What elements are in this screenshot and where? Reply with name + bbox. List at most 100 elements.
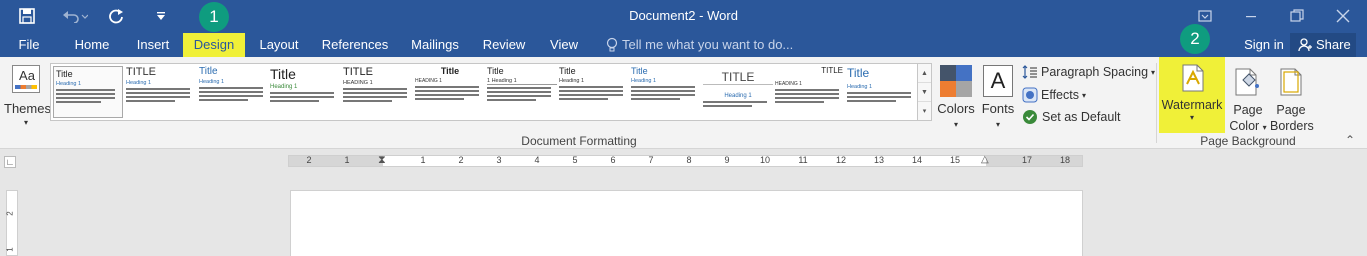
style-set-thumb[interactable]: Title HEADING 1 — [415, 66, 485, 118]
chevron-down-icon: ▾ — [23, 118, 28, 127]
ruler-number: 15 — [949, 155, 960, 165]
tab-file[interactable]: File — [8, 33, 50, 57]
tab-mailings[interactable]: Mailings — [404, 33, 466, 57]
themes-icon: Aa — [12, 65, 40, 93]
tab-home[interactable]: Home — [66, 33, 118, 57]
close-icon[interactable] — [1328, 6, 1358, 26]
ruler-number: 7 — [648, 155, 654, 165]
gallery-scroll[interactable]: ▲ ▼ ▾ — [918, 63, 932, 121]
style-set-thumb[interactable]: Title Heading 1 — [199, 66, 269, 118]
ruler-number: 1 — [420, 155, 426, 165]
person-icon — [1298, 38, 1312, 57]
document-formatting-group-label: Document Formatting — [521, 134, 637, 148]
gallery-more-icon[interactable]: ▾ — [918, 102, 931, 121]
share-label: Share — [1316, 37, 1351, 52]
step-badge-2: 2 — [1180, 24, 1210, 54]
paragraph-spacing-button[interactable]: Paragraph Spacing ▾ — [1022, 62, 1155, 82]
colors-label: Colors — [937, 101, 975, 116]
watermark-button[interactable]: Watermark ▾ — [1159, 57, 1225, 133]
chevron-down-icon: ▾ — [1081, 90, 1086, 100]
paragraph-spacing-label: Paragraph Spacing — [1041, 65, 1149, 79]
tab-layout[interactable]: Layout — [252, 33, 306, 57]
step-badge-1: 1 — [199, 2, 229, 32]
colors-icon — [940, 65, 972, 97]
set-as-default-label: Set as Default — [1042, 110, 1121, 124]
tab-design[interactable]: Design — [183, 33, 245, 57]
chevron-down-icon: ▾ — [995, 120, 1000, 129]
ruler-number: 11 — [798, 155, 808, 165]
ribbon-tabs: File Home Insert Design Layout Reference… — [0, 33, 1367, 57]
chevron-down-icon: ▾ — [953, 120, 958, 129]
page-borders-label-1: Page — [1276, 103, 1306, 117]
ruler-number: 2 — [306, 155, 312, 165]
effects-button[interactable]: Effects ▾ — [1022, 85, 1086, 105]
colors-button[interactable]: Colors ▾ — [934, 61, 978, 133]
fonts-button[interactable]: A Fonts ▾ — [978, 61, 1018, 133]
indent-marker-icon[interactable]: ⧗ — [378, 154, 386, 167]
ruler-number: 14 — [911, 155, 922, 165]
tab-insert[interactable]: Insert — [128, 33, 178, 57]
right-indent-marker-icon[interactable]: △ — [981, 154, 989, 165]
style-set-thumb[interactable]: Title 1 Heading 1 — [487, 66, 557, 118]
ruler-number: 2 — [5, 211, 15, 216]
ruler-number: 12 — [835, 155, 846, 165]
ribbon-display-icon[interactable] — [1190, 6, 1220, 26]
style-set-thumb[interactable]: TITLE Heading 1 — [126, 66, 196, 118]
scroll-up-icon[interactable]: ▲ — [918, 64, 931, 83]
ruler-number: 13 — [873, 155, 884, 165]
chevron-down-icon: ▾ — [1189, 113, 1194, 122]
style-set-gallery: Title Heading 1 TITLE Heading 1 Title He… — [50, 63, 918, 121]
share-button[interactable]: Share — [1290, 33, 1356, 57]
style-set-thumb[interactable]: Title Heading 1 — [559, 66, 629, 118]
watermark-icon — [1182, 64, 1204, 97]
page-borders-icon — [1280, 68, 1302, 99]
page-color-label-1: Page — [1233, 103, 1263, 117]
page-borders-button[interactable]: Page Borders — [1270, 61, 1314, 133]
style-set-thumb[interactable]: TITLE Heading 1 — [703, 66, 773, 118]
ruler-number: 6 — [610, 155, 616, 165]
themes-button[interactable]: Aa Themes ▾ — [4, 61, 51, 133]
tab-selector-icon[interactable]: ∟ — [4, 156, 16, 168]
group-divider — [1156, 63, 1157, 143]
sign-in-link[interactable]: Sign in — [1240, 33, 1288, 57]
tell-me-search[interactable]: Tell me what you want to do... — [622, 33, 802, 57]
chevron-down-icon: ▾ — [1151, 67, 1156, 77]
page-borders-label-2: Borders — [1270, 119, 1314, 133]
style-set-thumb[interactable]: Title Heading 1 — [631, 66, 701, 118]
ruler-number: 8 — [686, 155, 692, 165]
ruler-number: 10 — [759, 155, 770, 165]
ruler-number: 2 — [458, 155, 464, 165]
page-color-button[interactable]: Page Color ▾ — [1227, 61, 1269, 133]
watermark-label: Watermark — [1161, 98, 1223, 112]
ruler-number: 5 — [572, 155, 578, 165]
restore-icon[interactable] — [1282, 6, 1312, 26]
style-set-thumb[interactable]: Title Heading 1 — [847, 66, 917, 118]
style-set-thumb[interactable]: Title Heading 1 — [53, 66, 123, 118]
style-set-thumb[interactable]: TITLE HEADING 1 — [343, 66, 413, 118]
checkmark-icon — [1023, 110, 1037, 124]
paragraph-spacing-icon — [1022, 65, 1037, 79]
tab-references[interactable]: References — [318, 33, 392, 57]
ruler-number: 9 — [724, 155, 730, 165]
minimize-icon[interactable] — [1236, 6, 1266, 26]
ruler-number: 18 — [1059, 155, 1070, 165]
ruler-number: 1 — [5, 247, 15, 252]
style-set-thumb[interactable]: Title Heading 1 — [270, 66, 340, 118]
vertical-ruler[interactable]: 2 1 — [6, 190, 18, 256]
scroll-down-icon[interactable]: ▼ — [918, 83, 931, 102]
ruler-number: 17 — [1021, 155, 1032, 165]
tab-view[interactable]: View — [542, 33, 586, 57]
document-page[interactable] — [290, 190, 1083, 256]
tab-review[interactable]: Review — [478, 33, 530, 57]
page-color-icon — [1235, 68, 1261, 99]
horizontal-ruler[interactable]: 2 1 ⧗ 1 2 3 4 5 6 7 8 9 10 11 12 13 14 1… — [288, 154, 1083, 167]
set-as-default-button[interactable]: Set as Default — [1022, 107, 1121, 127]
ruler-number: 1 — [344, 155, 350, 165]
collapse-ribbon-icon[interactable]: ⌃ — [1345, 133, 1355, 147]
fonts-icon: A — [983, 65, 1013, 97]
effects-icon — [1022, 87, 1038, 103]
style-set-thumb[interactable]: TITLE HEADING 1 — [775, 66, 845, 118]
page-background-group-label: Page Background — [1200, 134, 1296, 148]
chevron-down-icon: ▾ — [1262, 123, 1267, 132]
effects-label: Effects — [1041, 88, 1079, 102]
